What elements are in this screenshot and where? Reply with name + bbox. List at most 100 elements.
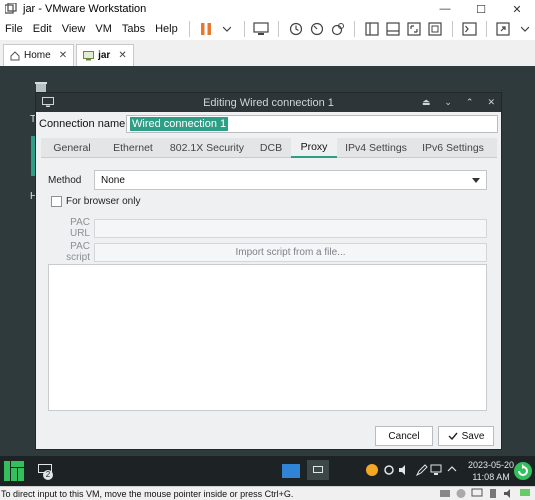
sound-icon[interactable] (503, 488, 515, 499)
workspace-badge: 2 (43, 470, 53, 480)
save-label: Save (461, 430, 485, 442)
thumbnail-bar-button[interactable] (383, 19, 402, 39)
tab-ipv4-settings[interactable]: IPv4 Settings (337, 138, 415, 158)
connection-name-input[interactable]: Wired connection 1 (126, 115, 498, 133)
maximize-icon[interactable]: ⌃ (466, 97, 474, 108)
connection-editor-dialog: Editing Wired connection 1 ⏏ ⌄ ⌃ ✕ Conne… (35, 92, 502, 450)
menu-vm[interactable]: VM (90, 23, 117, 35)
keep-above-icon[interactable]: ⏏ (422, 97, 431, 108)
network-icon (42, 97, 54, 107)
stretch-view-button[interactable] (494, 19, 513, 39)
revert-snapshot-button[interactable] (307, 19, 326, 39)
checkmark-icon (448, 432, 458, 440)
close-icon[interactable]: ✕ (487, 97, 495, 108)
guest-clock[interactable]: 2023-05-20 11:08 AM (468, 459, 514, 483)
menu-tabs[interactable]: Tabs (117, 23, 150, 35)
window-title-bar: jar - VMware Workstation — ☐ ✕ (0, 0, 535, 18)
close-icon[interactable]: ✕ (118, 50, 126, 61)
task-window-icon[interactable] (282, 464, 300, 478)
snapshot-manager-icon (331, 23, 344, 36)
chevron-down-icon (520, 26, 529, 32)
chevron-up-icon[interactable] (447, 466, 457, 472)
minimize-button[interactable]: — (427, 0, 463, 18)
close-button[interactable]: ✕ (499, 0, 535, 18)
browser-only-checkbox[interactable] (51, 196, 62, 207)
toolbar-divider (188, 21, 190, 37)
fullscreen-button[interactable] (405, 19, 424, 39)
close-icon[interactable]: ✕ (59, 50, 67, 61)
pac-script-textarea[interactable] (48, 264, 487, 411)
window-title: jar - VMware Workstation (23, 3, 147, 15)
status-bar: To direct input to this VM, move the mou… (0, 486, 535, 500)
snapshot-manager-button[interactable] (328, 19, 347, 39)
pac-url-input[interactable] (94, 218, 487, 238)
tab-proxy[interactable]: Proxy (291, 138, 337, 158)
import-script-button[interactable]: Import script from a file... (94, 242, 487, 262)
pen-icon[interactable] (416, 464, 428, 476)
update-icon[interactable] (513, 461, 533, 481)
guest-taskbar: 2 (0, 456, 535, 486)
console-view-button[interactable] (460, 19, 479, 39)
volume-icon[interactable] (398, 464, 410, 476)
tab-dcb[interactable]: DCB (251, 138, 291, 158)
home-icon (10, 50, 20, 60)
vm-tab-bar: Home ✕ jar ✕ (0, 42, 535, 66)
save-button[interactable]: Save (438, 426, 494, 446)
pac-script-label: PAC script (66, 241, 90, 263)
tab-home-label: Home (24, 50, 51, 61)
dialog-title-bar: Editing Wired connection 1 ⏏ ⌄ ⌃ ✕ (36, 93, 501, 112)
vmware-app-icon (5, 3, 17, 14)
display-icon[interactable] (519, 488, 531, 499)
network-icon (313, 466, 323, 473)
menu-file[interactable]: File (0, 23, 28, 35)
revert-icon (310, 22, 323, 36)
pause-button[interactable] (197, 19, 216, 39)
dropdown-arrow-icon (472, 177, 480, 183)
firefox-icon[interactable] (366, 464, 378, 476)
tab-general[interactable]: General (41, 138, 103, 158)
snapshot-button[interactable] (286, 19, 305, 39)
chevron-down-icon (223, 26, 232, 32)
terminal-icon (462, 22, 477, 36)
power-menu-button[interactable] (218, 19, 237, 39)
settings-tray-icon[interactable] (383, 464, 395, 476)
toolbar-divider (485, 21, 487, 37)
network-adapter-icon[interactable] (471, 488, 483, 499)
menubar: File Edit View VM Tabs Help (0, 18, 535, 40)
usb-icon[interactable] (487, 488, 499, 499)
tab-jar-label: jar (98, 50, 111, 61)
cancel-button[interactable]: Cancel (375, 426, 433, 446)
toolbar-divider (243, 21, 245, 37)
tab-8021x-security[interactable]: 802.1X Security (163, 138, 251, 158)
send-ctrl-alt-del-button[interactable] (252, 19, 271, 39)
unity-icon (428, 22, 442, 36)
unity-button[interactable] (426, 19, 445, 39)
sidebar-toggle-button[interactable] (362, 19, 381, 39)
menu-edit[interactable]: Edit (28, 23, 57, 35)
thumbnail-icon (386, 22, 400, 36)
manjaro-menu-icon[interactable] (4, 461, 24, 481)
tab-jar[interactable]: jar ✕ (76, 44, 134, 66)
tab-ipv6-settings[interactable]: IPv6 Settings (415, 138, 491, 158)
task-active-window[interactable] (307, 460, 329, 480)
computer-icon (253, 22, 270, 35)
stretch-menu-button[interactable] (515, 19, 534, 39)
vm-icon (83, 50, 95, 60)
menu-view[interactable]: View (57, 23, 91, 35)
tab-ethernet[interactable]: Ethernet (103, 138, 163, 158)
sidebar-icon (365, 22, 379, 36)
minimize-icon[interactable]: ⌄ (444, 97, 452, 108)
menu-help[interactable]: Help (150, 23, 183, 35)
toolbar-divider (278, 21, 279, 37)
hard-disk-icon[interactable] (439, 488, 451, 499)
fullscreen-icon (407, 22, 421, 36)
pause-icon (201, 23, 212, 35)
method-value: None (101, 174, 125, 186)
network-tray-icon[interactable] (430, 464, 442, 476)
maximize-button[interactable]: ☐ (463, 0, 499, 18)
tab-home[interactable]: Home ✕ (3, 44, 75, 66)
browser-only-label: For browser only (66, 196, 141, 207)
vm-display[interactable]: T H Editing Wired connection 1 ⏏ ⌄ ⌃ ✕ C… (0, 66, 535, 456)
cd-drive-icon[interactable] (455, 488, 467, 499)
method-select[interactable]: None (94, 170, 487, 190)
